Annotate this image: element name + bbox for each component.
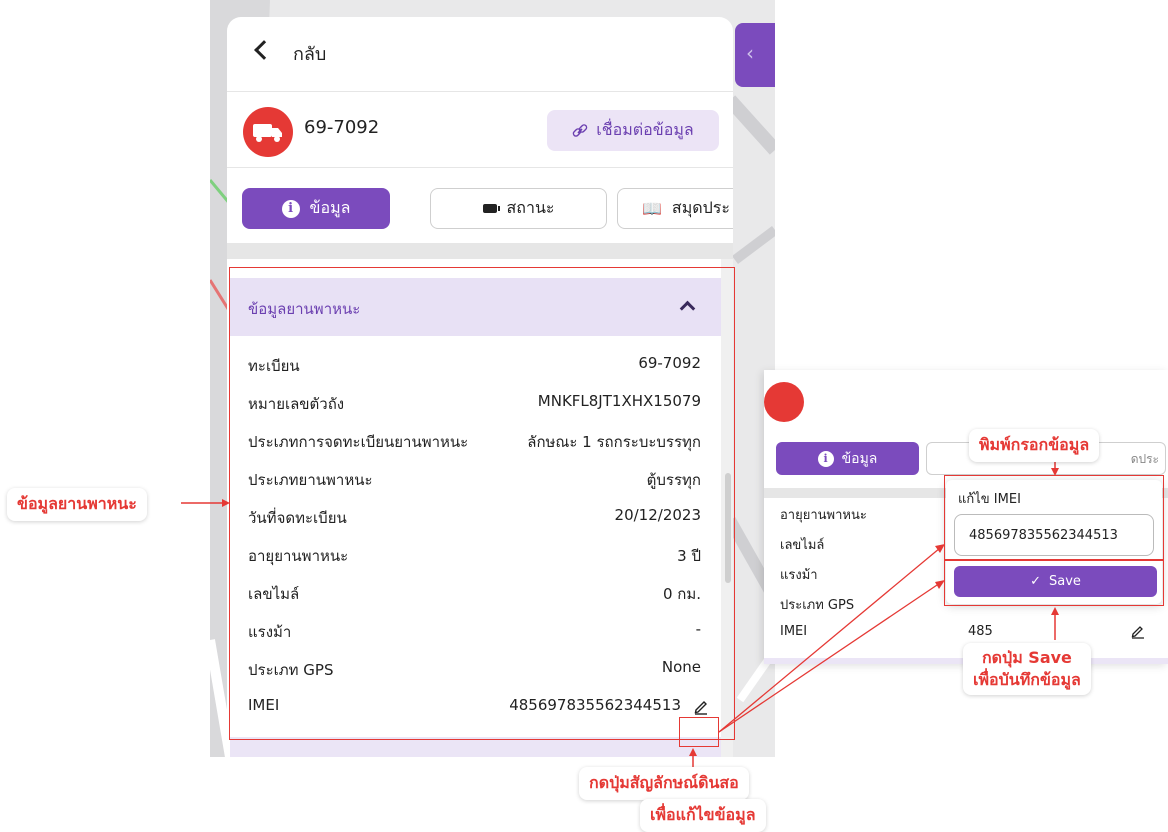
callout-edit-data: เพื่อแก้ไขข้อมูล [640,799,766,832]
callout-line: กดปุ่ม Save [981,648,1072,667]
callout-vehicle-info: ข้อมูลยานพาหนะ [7,488,147,521]
callout-type-info: พิมพ์กรอกข้อมูล [969,429,1100,462]
callout-press-save: กดปุ่ม Save เพื่อบันทึกข้อมูล [963,643,1091,695]
annotation-lines [181,460,1059,768]
callout-press-pencil: กดปุ่มสัญลักษณ์ดินสอ [579,767,749,800]
callout-line: เพื่อบันทึกข้อมูล [973,670,1081,689]
